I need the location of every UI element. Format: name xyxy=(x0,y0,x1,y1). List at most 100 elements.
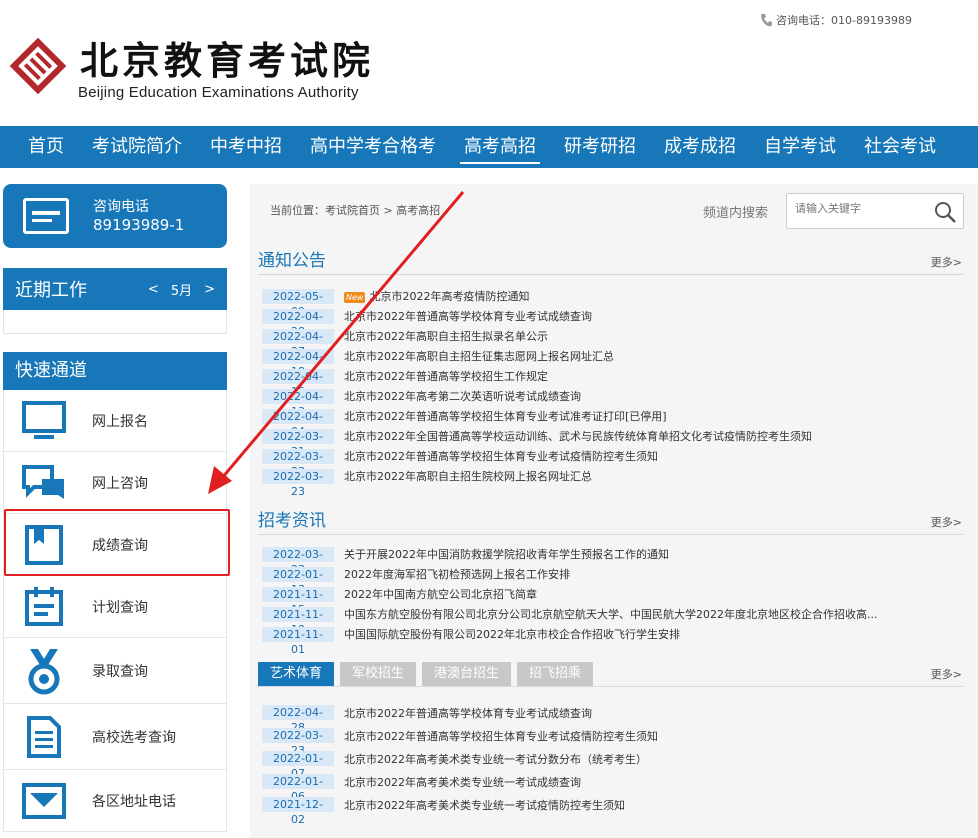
breadcrumb: 当前位置：考试院首页 > 高考高招 xyxy=(270,204,441,217)
recruit-title[interactable]: 招考资讯 xyxy=(258,506,326,531)
news-title[interactable]: 2022年度海军招飞初检预选网上报名工作安排 xyxy=(344,566,570,582)
search-input[interactable] xyxy=(795,202,925,215)
tab-art-sports[interactable]: 艺术体育 xyxy=(258,662,335,686)
notices-title[interactable]: 通知公告 xyxy=(258,246,326,271)
main-content: 当前位置：考试院首页 > 高考高招 频道内搜索 通知公告 更多> 2022-05… xyxy=(250,184,978,838)
news-title[interactable]: New 北京市2022年高考疫情防控通知 xyxy=(344,288,529,304)
news-title[interactable]: 北京市2022年普通高等学校招生工作规定 xyxy=(344,368,548,384)
news-title[interactable]: 中国东方航空股份有限公司北京分公司北京航空航天大学、中国民航大学2022年度北京… xyxy=(344,606,877,622)
list-item[interactable]: 2022-04-28 北京市2022年普通高等学校体育专业考试成绩查询 xyxy=(262,701,962,734)
list-item[interactable]: 2022-04-04 北京市2022年普通高等学校招生体育专业考试准考证打印[已停… xyxy=(262,406,962,438)
medal-icon xyxy=(22,648,66,694)
nav-gaokao[interactable]: 高考高招 xyxy=(460,126,540,168)
logo-chinese-title[interactable]: 北京教育考试院 xyxy=(80,30,374,85)
news-title[interactable]: 中国国际航空股份有限公司2022年北京市校企合作招收飞行学生安排 xyxy=(344,626,680,642)
list-item[interactable]: 2022-04-27 北京市2022年高职自主招生拟录名单公示 xyxy=(262,326,962,358)
top-phone: 咨询电话：010-89193989 xyxy=(760,12,912,28)
news-title[interactable]: 2022年中国南方航空公司北京招飞简章 xyxy=(344,586,537,602)
news-date: 2022-04-28 xyxy=(262,705,334,734)
news-date: 2021-12-02 xyxy=(262,797,334,826)
list-item[interactable]: 2021-11-10 中国东方航空股份有限公司北京分公司北京航空航天大学、中国民航… xyxy=(262,604,962,636)
news-title[interactable]: 北京市2022年高职自主招生院校网上报名网址汇总 xyxy=(344,468,592,484)
news-date: 2022-04-15 xyxy=(262,368,334,398)
nav-shehui[interactable]: 社会考试 xyxy=(864,126,936,168)
month-next-button[interactable]: > xyxy=(204,282,215,297)
phone-icon xyxy=(761,14,772,27)
list-item[interactable]: 2022-01-07 北京市2022年高考美术类专业统一考试分数分布（统考考生） xyxy=(262,747,962,780)
month-prev-button[interactable]: < xyxy=(148,282,159,297)
tab-pilot[interactable]: 招飞招乘 xyxy=(517,662,594,686)
news-title[interactable]: 北京市2022年普通高等学校体育专业考试成绩查询 xyxy=(344,705,592,721)
list-item[interactable]: 2022-04-28 北京市2022年普通高等学校体育专业考试成绩查询 xyxy=(262,306,962,338)
news-title[interactable]: 北京市2022年高考第二次英语听说考试成绩查询 xyxy=(344,388,581,404)
list-item[interactable]: 2021-12-02 北京市2022年高考美术类专业统一考试疫情防控考生须知 xyxy=(262,793,962,826)
quick-subject-query[interactable]: 高校选考查询 xyxy=(3,704,227,770)
quick-online-registration[interactable]: 网上报名 xyxy=(3,390,227,452)
quick-score-query[interactable]: 成绩查询 xyxy=(3,514,227,576)
category-tabs: 艺术体育 军校招生 港澳台招生 招飞招乘 xyxy=(258,662,594,686)
news-date: 2022-03-31 xyxy=(262,428,334,458)
sidebar: 咨询电话 89193989-1 近期工作 < 5月 > 快速通道 网上报名 网上… xyxy=(3,184,227,832)
search-label: 频道内搜索 xyxy=(703,206,769,221)
news-date: 2022-04-13 xyxy=(262,388,334,418)
divider xyxy=(258,534,964,535)
news-title[interactable]: 北京市2022年高考美术类专业统一考试成绩查询 xyxy=(344,774,581,790)
list-item[interactable]: 2022-04-13 北京市2022年高考第二次英语听说考试成绩查询 xyxy=(262,386,962,418)
list-item[interactable]: 2022-04-15 北京市2022年普通高等学校招生工作规定 xyxy=(262,366,962,398)
nav-about[interactable]: 考试院简介 xyxy=(92,126,182,168)
list-item[interactable]: 2022-05-09 New北京市2022年高考疫情防控通知 xyxy=(262,286,962,318)
quick-item-label: 录取查询 xyxy=(92,663,148,680)
news-title[interactable]: 北京市2022年普通高等学校招生体育专业考试疫情防控考生须知 xyxy=(344,728,658,744)
nav-home[interactable]: 首页 xyxy=(28,126,64,168)
list-item[interactable]: 2022-01-06 北京市2022年高考美术类专业统一考试成绩查询 xyxy=(262,770,962,803)
month-label: 5月 xyxy=(170,283,193,299)
list-item[interactable]: 2021-11-15 2022年中国南方航空公司北京招飞简章 xyxy=(262,584,962,616)
news-title[interactable]: 北京市2022年普通高等学校招生体育专业考试疫情防控考生须知 xyxy=(344,448,658,464)
logo-emblem[interactable] xyxy=(2,36,74,96)
news-title[interactable]: 北京市2022年高考美术类专业统一考试分数分布（统考考生） xyxy=(344,751,647,767)
tabs-more-link[interactable]: 更多> xyxy=(931,666,962,682)
quick-item-label: 网上报名 xyxy=(92,413,148,430)
news-date: 2022-01-06 xyxy=(262,774,334,803)
list-item[interactable]: 2022-03-23 北京市2022年普通高等学校招生体育专业考试疫情防控考生须知 xyxy=(262,724,962,757)
recent-work-title: 近期工作 xyxy=(15,280,87,301)
news-title[interactable]: 北京市2022年全国普通高等学校运动训练、武术与民族传统体育单招文化考试疫情防控… xyxy=(344,428,812,444)
quick-item-label: 计划查询 xyxy=(92,599,148,616)
nav-xuekao[interactable]: 高中学考合格考 xyxy=(310,126,436,168)
notices-list: 2022-05-09 New北京市2022年高考疫情防控通知 2022-04-28… xyxy=(262,286,962,498)
news-title[interactable]: 北京市2022年普通高等学校招生体育专业考试准考证打印[已停用] xyxy=(344,408,667,424)
nav-chengkao[interactable]: 成考成招 xyxy=(664,126,736,168)
news-title[interactable]: 北京市2022年普通高等学校体育专业考试成绩查询 xyxy=(344,308,592,324)
tab-hk-macao-taiwan[interactable]: 港澳台招生 xyxy=(422,662,512,686)
news-title[interactable]: 北京市2022年高职自主招生拟录名单公示 xyxy=(344,328,548,344)
list-item[interactable]: 2022-01-13 2022年度海军招飞初检预选网上报名工作安排 xyxy=(262,564,962,596)
quick-admission-query[interactable]: 录取查询 xyxy=(3,638,227,704)
quick-access-title: 快速通道 xyxy=(3,352,227,390)
recruit-more-link[interactable]: 更多> xyxy=(931,514,962,530)
list-item[interactable]: 2022-03-31 北京市2022年全国普通高等学校运动训练、武术与民族传统体育… xyxy=(262,426,962,458)
list-item[interactable]: 2022-04-18 北京市2022年高职自主招生征集志愿网上报名网址汇总 xyxy=(262,346,962,378)
list-item[interactable]: 2022-03-23 关于开展2022年中国消防救援学院招收青年学生预报名工作的通… xyxy=(262,544,962,576)
hotline-card[interactable]: 咨询电话 89193989-1 xyxy=(3,184,227,248)
news-title[interactable]: 北京市2022年高考美术类专业统一考试疫情防控考生须知 xyxy=(344,797,625,813)
notices-more-link[interactable]: 更多> xyxy=(931,254,962,270)
nav-yankao[interactable]: 研考研招 xyxy=(564,126,636,168)
search-box xyxy=(786,193,964,229)
search-icon[interactable] xyxy=(933,200,957,224)
list-item[interactable]: 2022-03-23 北京市2022年高职自主招生院校网上报名网址汇总 xyxy=(262,466,962,498)
news-date: 2022-01-07 xyxy=(262,751,334,780)
logo-english-title[interactable]: Beijing Education Examinations Authority xyxy=(78,84,359,101)
quick-online-consult[interactable]: 网上咨询 xyxy=(3,452,227,514)
nav-zhongkao[interactable]: 中考中招 xyxy=(210,126,282,168)
quick-district-contacts[interactable]: 各区地址电话 xyxy=(3,770,227,832)
divider xyxy=(258,686,964,687)
news-title[interactable]: 关于开展2022年中国消防救援学院招收青年学生预报名工作的通知 xyxy=(344,546,669,562)
news-title[interactable]: 北京市2022年高职自主招生征集志愿网上报名网址汇总 xyxy=(344,348,614,364)
quick-plan-query[interactable]: 计划查询 xyxy=(3,576,227,638)
nav-zixue[interactable]: 自学考试 xyxy=(764,126,836,168)
tab-military[interactable]: 军校招生 xyxy=(340,662,417,686)
list-item[interactable]: 2021-11-01 中国国际航空股份有限公司2022年北京市校企合作招收飞行学生… xyxy=(262,624,962,656)
mail-icon xyxy=(22,779,66,823)
list-item[interactable]: 2022-03-23 北京市2022年普通高等学校招生体育专业考试疫情防控考生须知 xyxy=(262,446,962,478)
quick-item-label: 高校选考查询 xyxy=(92,729,176,746)
